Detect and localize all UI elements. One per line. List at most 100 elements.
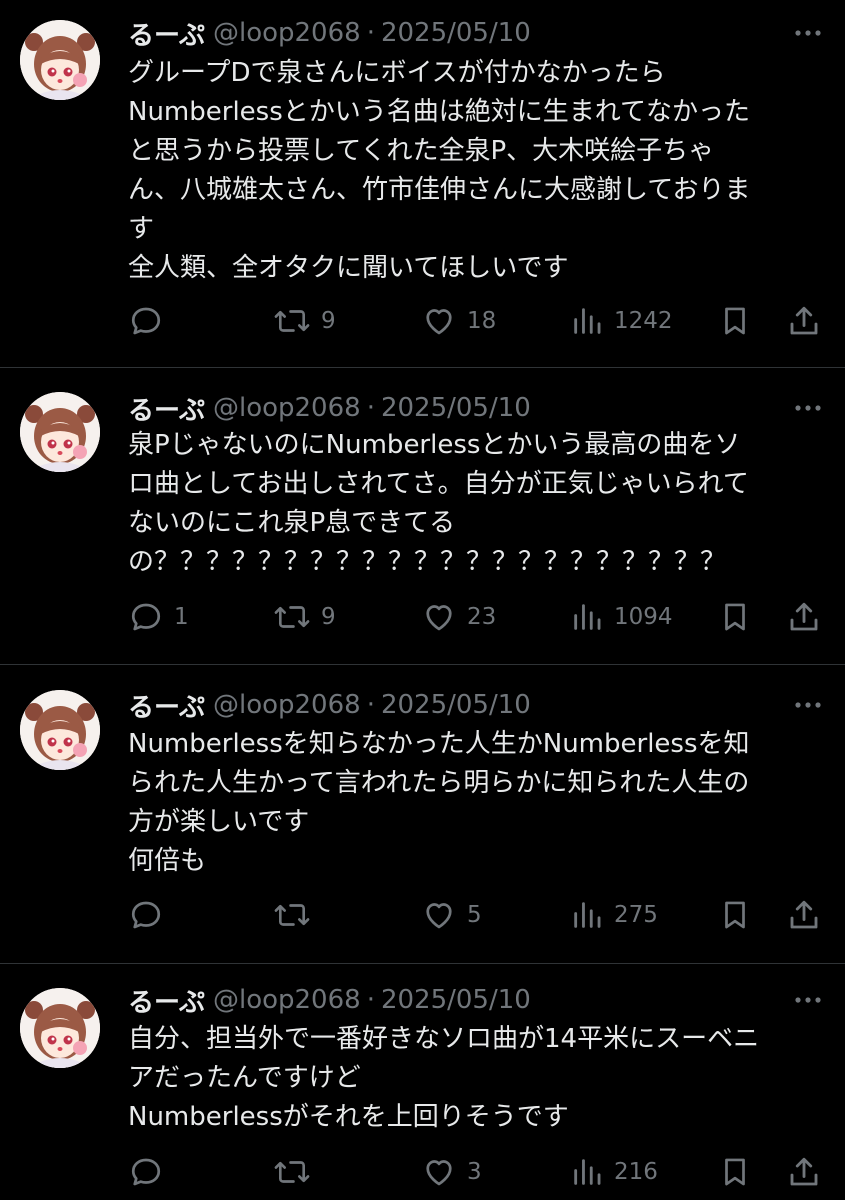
more-icon[interactable] bbox=[791, 693, 825, 717]
separator: · bbox=[366, 18, 375, 48]
bookmark-button[interactable] bbox=[718, 597, 752, 637]
tweet[interactable]: るーぷ @loop2068 · 2025/05/10 Numberlessを知ら… bbox=[0, 665, 845, 962]
more-icon[interactable] bbox=[791, 396, 825, 420]
tweet-text: グループDで泉さんにボイスが付かなかったら Numberlessとかいう名曲は絶… bbox=[128, 58, 751, 283]
view-count: 216 bbox=[614, 1159, 658, 1185]
user-handle[interactable]: @loop2068 bbox=[213, 18, 361, 48]
tweet-date[interactable]: 2025/05/10 bbox=[381, 985, 531, 1015]
like-icon bbox=[426, 1160, 452, 1186]
tweet-date[interactable]: 2025/05/10 bbox=[381, 690, 531, 720]
views-button[interactable]: 1094 bbox=[570, 597, 673, 637]
avatar-icon bbox=[20, 20, 100, 100]
like-count: 5 bbox=[467, 902, 482, 928]
tweet[interactable]: るーぷ @loop2068 · 2025/05/10 泉PじゃないのにNumbe… bbox=[0, 368, 845, 663]
avatar-icon bbox=[20, 988, 100, 1068]
reply-button[interactable] bbox=[128, 895, 174, 935]
view-count: 1242 bbox=[614, 308, 673, 334]
like-icon bbox=[426, 903, 452, 929]
display-name[interactable]: るーぷ bbox=[128, 687, 205, 724]
tweet-header: るーぷ @loop2068 · 2025/05/10 bbox=[128, 390, 825, 426]
reply-button[interactable] bbox=[128, 301, 174, 341]
avatar-icon bbox=[20, 392, 100, 472]
like-button[interactable]: 3 bbox=[421, 1152, 482, 1192]
action-bar: 3 216 bbox=[128, 1152, 825, 1192]
bookmark-icon bbox=[725, 307, 745, 335]
repost-count: 9 bbox=[321, 308, 336, 334]
tweet-text: Numberlessを知らなかった人生かNumberlessを知 られた人生かっ… bbox=[128, 729, 750, 876]
views-button[interactable]: 275 bbox=[570, 895, 658, 935]
action-bar: 1 9 23 1094 bbox=[128, 597, 825, 637]
reply-icon bbox=[131, 1158, 161, 1186]
avatar[interactable] bbox=[20, 988, 100, 1068]
bookmark-icon bbox=[725, 1158, 745, 1186]
bookmark-icon bbox=[725, 901, 745, 929]
views-icon bbox=[574, 1159, 601, 1185]
like-count: 3 bbox=[467, 1159, 482, 1185]
reply-icon bbox=[131, 901, 161, 929]
share-icon bbox=[790, 900, 818, 929]
repost-icon bbox=[274, 904, 310, 926]
avatar[interactable] bbox=[20, 20, 100, 100]
timeline: るーぷ @loop2068 · 2025/05/10 グループDで泉さんにボイス… bbox=[0, 0, 845, 1200]
like-count: 23 bbox=[467, 604, 497, 630]
tweet-date[interactable]: 2025/05/10 bbox=[381, 393, 531, 423]
more-icon[interactable] bbox=[791, 988, 825, 1012]
repost-button[interactable]: 9 bbox=[273, 301, 336, 341]
tweet-header: るーぷ @loop2068 · 2025/05/10 bbox=[128, 982, 825, 1018]
reply-icon bbox=[131, 603, 161, 631]
repost-button[interactable] bbox=[273, 1152, 321, 1192]
tweet[interactable]: るーぷ @loop2068 · 2025/05/10 グループDで泉さんにボイス… bbox=[0, 0, 845, 365]
view-count: 275 bbox=[614, 902, 658, 928]
share-button[interactable] bbox=[786, 895, 822, 935]
avatar[interactable] bbox=[20, 690, 100, 770]
views-icon bbox=[574, 308, 601, 334]
user-handle[interactable]: @loop2068 bbox=[213, 985, 361, 1015]
repost-button[interactable]: 9 bbox=[273, 597, 336, 637]
views-icon bbox=[574, 902, 601, 928]
display-name[interactable]: るーぷ bbox=[128, 982, 205, 1019]
avatar[interactable] bbox=[20, 392, 100, 472]
repost-icon bbox=[274, 310, 310, 332]
display-name[interactable]: るーぷ bbox=[128, 390, 205, 427]
reply-button[interactable]: 1 bbox=[128, 597, 189, 637]
share-button[interactable] bbox=[786, 1152, 822, 1192]
share-button[interactable] bbox=[786, 301, 822, 341]
like-count: 18 bbox=[467, 308, 497, 334]
like-button[interactable]: 5 bbox=[421, 895, 482, 935]
tweet[interactable]: るーぷ @loop2068 · 2025/05/10 自分、担当外で一番好きなソ… bbox=[0, 964, 845, 1200]
repost-count: 9 bbox=[321, 604, 336, 630]
bookmark-button[interactable] bbox=[718, 895, 752, 935]
like-button[interactable]: 18 bbox=[421, 301, 496, 341]
separator: · bbox=[366, 393, 375, 423]
like-icon bbox=[426, 309, 452, 335]
display-name[interactable]: るーぷ bbox=[128, 15, 205, 52]
view-count: 1094 bbox=[614, 604, 673, 630]
share-button[interactable] bbox=[786, 597, 822, 637]
bookmark-icon bbox=[725, 603, 745, 631]
bookmark-button[interactable] bbox=[718, 1152, 752, 1192]
tweet-header: るーぷ @loop2068 · 2025/05/10 bbox=[128, 15, 825, 51]
tweet-text: 泉PじゃないのにNumberlessとかいう最高の曲をソ ロ曲としてお出しされて… bbox=[128, 430, 749, 577]
tweet-date[interactable]: 2025/05/10 bbox=[381, 18, 531, 48]
bookmark-button[interactable] bbox=[718, 301, 752, 341]
views-button[interactable]: 1242 bbox=[570, 301, 673, 341]
reply-button[interactable] bbox=[128, 1152, 174, 1192]
like-button[interactable]: 23 bbox=[421, 597, 496, 637]
tweet-text: 自分、担当外で一番好きなソロ曲が14平米にスーベニ アだったんですけど Numb… bbox=[128, 1024, 760, 1132]
share-icon bbox=[790, 602, 818, 631]
share-icon bbox=[790, 306, 818, 335]
user-handle[interactable]: @loop2068 bbox=[213, 393, 361, 423]
reply-count: 1 bbox=[174, 604, 189, 630]
repost-icon bbox=[274, 1161, 310, 1183]
share-icon bbox=[790, 1157, 818, 1186]
action-bar: 5 275 bbox=[128, 895, 825, 935]
more-icon[interactable] bbox=[791, 21, 825, 45]
repost-button[interactable] bbox=[273, 895, 321, 935]
separator: · bbox=[366, 690, 375, 720]
user-handle[interactable]: @loop2068 bbox=[213, 690, 361, 720]
reply-icon bbox=[131, 307, 161, 335]
repost-icon bbox=[274, 606, 310, 628]
action-bar: 9 18 1242 bbox=[128, 301, 825, 341]
views-button[interactable]: 216 bbox=[570, 1152, 658, 1192]
views-icon bbox=[574, 604, 601, 630]
